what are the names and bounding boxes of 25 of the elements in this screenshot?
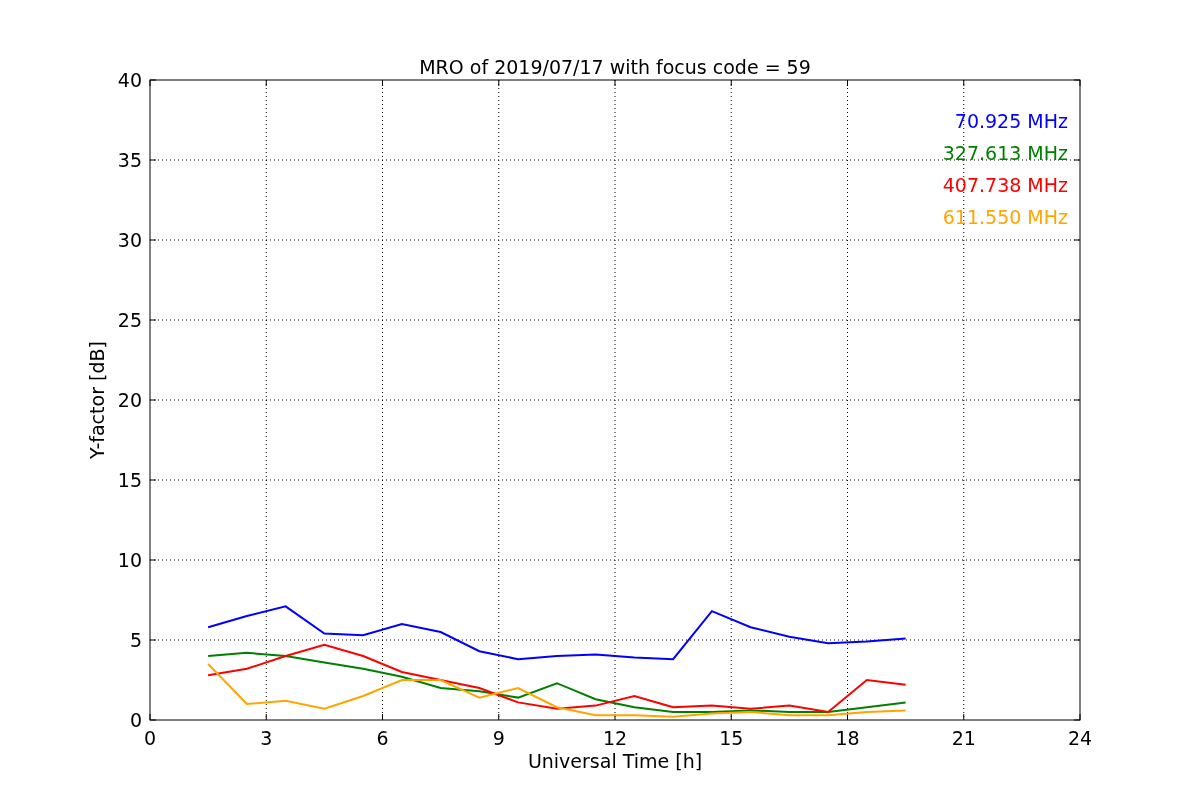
legend-label: 70.925 MHz <box>954 110 1068 132</box>
y-tick-label: 15 <box>117 469 142 491</box>
legend-label: 611.550 MHz <box>942 206 1068 228</box>
x-tick-label: 0 <box>143 727 157 749</box>
y-tick-label: 40 <box>117 69 142 91</box>
y-tick-label: 25 <box>117 309 142 331</box>
y-tick-label: 10 <box>117 549 142 571</box>
x-axis-label: Universal Time [h] <box>527 750 703 772</box>
y-tick-label: 5 <box>129 629 142 651</box>
x-tick-label: 3 <box>260 727 273 749</box>
x-tick-label: 15 <box>719 727 744 749</box>
y-tick-label: 20 <box>117 389 142 411</box>
x-tick-label: 12 <box>602 727 628 749</box>
legend-label: 327.613 MHz <box>942 142 1068 164</box>
x-tick-label: 18 <box>835 727 860 749</box>
x-tick-label: 6 <box>376 727 389 749</box>
x-tick-label: 9 <box>492 727 505 749</box>
x-tick-label: 24 <box>1067 727 1093 749</box>
legend-label: 407.738 MHz <box>942 174 1068 196</box>
y-tick-label: 0 <box>129 709 142 731</box>
y-tick-label: 30 <box>117 229 142 251</box>
x-tick-label: 21 <box>951 727 976 749</box>
y-axis-label: Y-factor [dB] <box>86 341 108 459</box>
chart-title: MRO of 2019/07/17 with focus code = 59 <box>419 56 811 78</box>
y-tick-label: 35 <box>117 149 142 171</box>
